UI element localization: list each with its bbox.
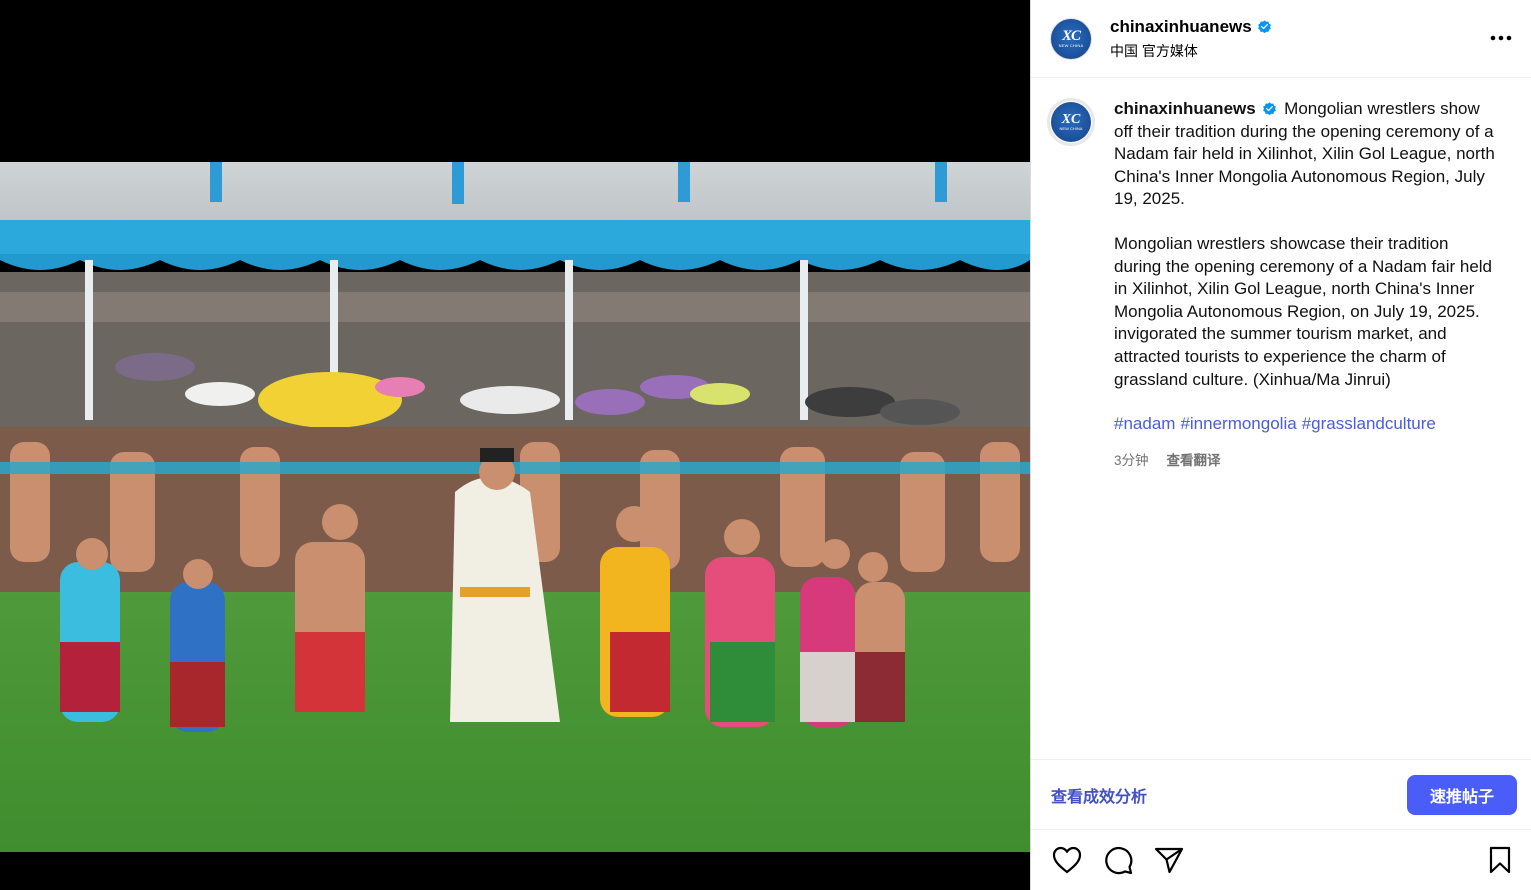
comment-icon xyxy=(1105,846,1133,875)
account-username[interactable]: chinaxinhuanews xyxy=(1110,17,1252,37)
account-subtitle: 中国 官方媒体 xyxy=(1110,42,1198,59)
post-header: XC NEW CHINA chinaxinhuanews 中国 官方媒体 xyxy=(1031,0,1531,78)
see-translation-button[interactable]: 查看翻译 xyxy=(1167,450,1221,473)
caption-verified-badge-icon xyxy=(1263,102,1277,116)
hashtags: #nadam #innermongolia #grasslandculture xyxy=(1114,413,1499,436)
caption-avatar-mini-text: NEW CHINA xyxy=(1059,126,1083,131)
account-avatar[interactable]: XC NEW CHINA xyxy=(1050,17,1092,60)
post-side-panel: XC NEW CHINA chinaxinhuanews 中国 官方媒体 XC … xyxy=(1030,0,1531,890)
avatar-mini-text: NEW CHINA xyxy=(1058,43,1084,48)
comment-button[interactable] xyxy=(1102,844,1134,876)
caption-paragraph-2: Mongolian wrestlers showcase their tradi… xyxy=(1114,233,1493,389)
caption-avatar-inner: XC NEW CHINA xyxy=(1051,102,1091,142)
avatar-monogram: XC xyxy=(1061,28,1081,44)
more-options-icon xyxy=(1490,35,1512,41)
photo-illustration xyxy=(0,162,1030,852)
more-options-button[interactable] xyxy=(1489,26,1513,50)
boost-post-button[interactable]: 速推帖子 xyxy=(1407,774,1517,815)
username-row: chinaxinhuanews xyxy=(1110,17,1272,37)
like-button[interactable] xyxy=(1051,844,1083,876)
hashtag-link[interactable]: #innermongolia xyxy=(1180,414,1296,433)
bookmark-icon xyxy=(1489,846,1511,874)
caption-paragraph-1: chinaxinhuanews Mongolian wrestlers show… xyxy=(1114,98,1499,211)
caption-avatar[interactable]: XC NEW CHINA xyxy=(1047,98,1095,146)
caption-username[interactable]: chinaxinhuanews xyxy=(1114,99,1256,118)
action-bar xyxy=(1031,830,1531,890)
save-button[interactable] xyxy=(1484,844,1516,876)
media-pane xyxy=(0,0,1030,890)
caption-avatar-monogram: XC xyxy=(1061,112,1081,127)
post-photo[interactable] xyxy=(0,162,1030,852)
view-insights-link[interactable]: 查看成效分析 xyxy=(1051,783,1147,807)
heart-icon xyxy=(1052,846,1082,874)
promo-bar: 查看成效分析 速推帖子 xyxy=(1031,759,1531,830)
share-button[interactable] xyxy=(1153,844,1185,876)
caption-area: XC NEW CHINA chinaxinhuanews Mongolian w… xyxy=(1031,78,1531,759)
share-icon xyxy=(1154,847,1184,874)
verified-badge-icon xyxy=(1257,20,1271,34)
header-text: chinaxinhuanews 中国 官方媒体 xyxy=(1110,17,1272,61)
post-time-ago[interactable]: 3分钟 xyxy=(1114,450,1149,473)
hashtag-link[interactable]: #grasslandculture xyxy=(1302,414,1436,433)
caption-meta-row: 3分钟 查看翻译 xyxy=(1114,450,1499,473)
caption-body: chinaxinhuanews Mongolian wrestlers show… xyxy=(1114,98,1499,759)
hashtag-link[interactable]: #nadam xyxy=(1114,414,1175,433)
